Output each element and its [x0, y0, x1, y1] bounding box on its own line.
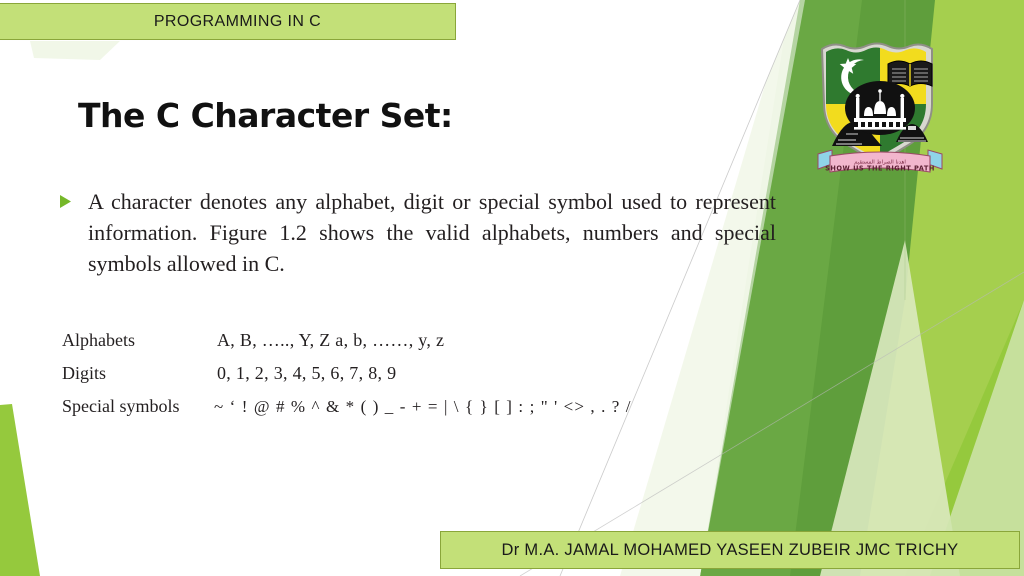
bullet-paragraph: A character denotes any alphabet, digit …	[60, 186, 776, 279]
bg-shape-bottom-left-sliver	[0, 404, 40, 576]
open-book-icon	[887, 60, 933, 87]
list-item: Alphabets A, B, ….., Y, Z a, b, ……, y, z	[62, 330, 722, 351]
bg-shape-white-slab	[0, 0, 800, 576]
slide-canvas: PROGRAMMING IN C The C Character Set: A …	[0, 0, 1024, 576]
college-crest-logo: اهدنا الصراط المستقيم SHOW US THE RIGHT …	[812, 38, 948, 180]
list-item: Digits 0, 1, 2, 3, 4, 5, 6, 7, 8, 9	[62, 363, 722, 384]
motto-text: SHOW US THE RIGHT PATH	[825, 165, 935, 173]
list-item: Special symbols ~ ‘ ! @ # % ^ & * ( ) _ …	[62, 396, 722, 417]
slide-title-bar: PROGRAMMING IN C	[0, 3, 456, 40]
bullet-paragraph-text: A character denotes any alphabet, digit …	[88, 189, 776, 276]
digits-value: 0, 1, 2, 3, 4, 5, 6, 7, 8, 9	[217, 363, 397, 383]
triangle-bullet-icon	[60, 195, 71, 208]
bg-shape-pale-2	[820, 240, 960, 576]
presenter-credit-label: Dr M.A. JAMAL MOHAMED YASEEN ZUBEIR JMC …	[501, 540, 959, 559]
special-symbols-value: ~ ‘ ! @ # % ^ & * ( ) _ - + = | \ { } [ …	[214, 397, 632, 416]
page-title: The C Character Set:	[78, 96, 453, 135]
character-set-list: Alphabets A, B, ….., Y, Z a, b, ……, y, z…	[62, 330, 722, 417]
bg-shape-pale-1	[620, 0, 800, 576]
alphabets-value: A, B, ….., Y, Z a, b, ……, y, z	[217, 330, 445, 350]
mosque-medallion-icon	[845, 81, 915, 135]
bg-shape-top-left-hint	[30, 41, 120, 60]
bg-hairline-1	[559, 0, 801, 576]
crest-graphic: اهدنا الصراط المستقيم SHOW US THE RIGHT …	[817, 42, 943, 173]
bg-shape-white-slab-2	[560, 0, 805, 576]
motto-ribbon: اهدنا الصراط المستقيم SHOW US THE RIGHT …	[817, 149, 943, 173]
digits-label: Digits	[62, 363, 107, 383]
alphabets-label: Alphabets	[62, 330, 135, 350]
course-title-label: PROGRAMMING IN C	[153, 12, 322, 30]
slide-footer-bar: Dr M.A. JAMAL MOHAMED YASEEN ZUBEIR JMC …	[440, 531, 1020, 569]
special-symbols-label: Special symbols	[62, 396, 180, 416]
